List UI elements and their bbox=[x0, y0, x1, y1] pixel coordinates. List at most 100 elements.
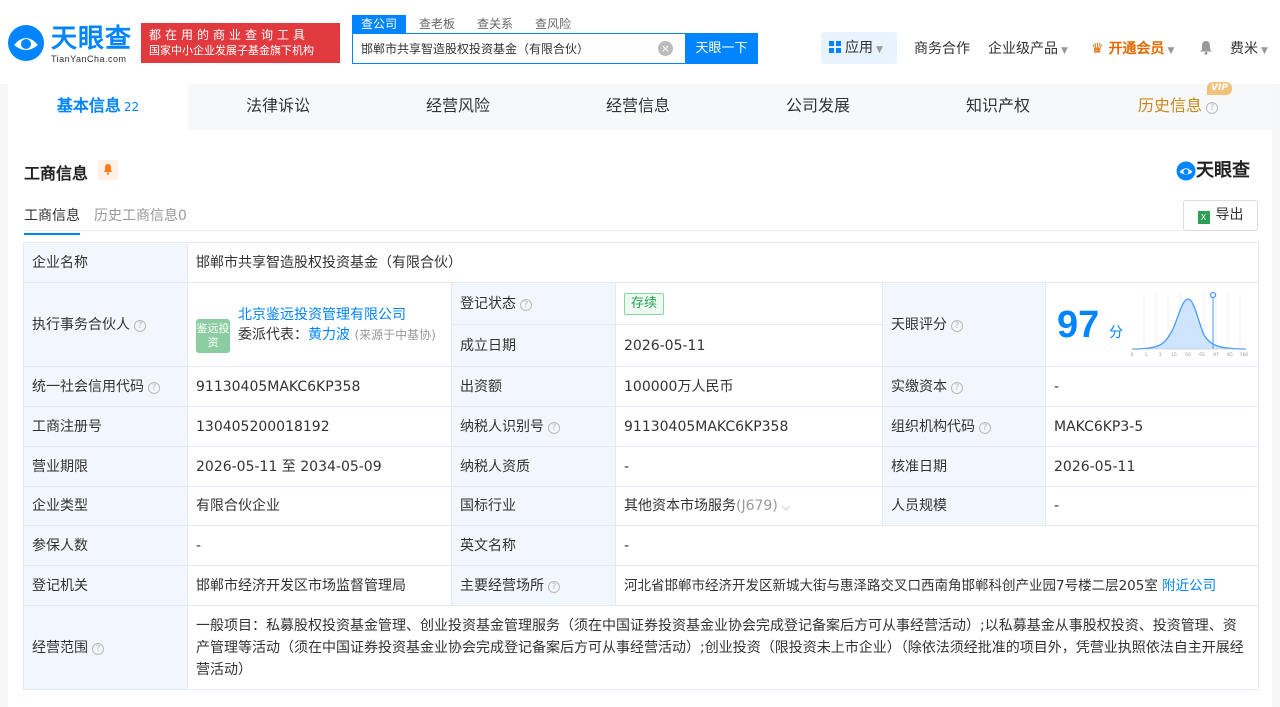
tab-label: 知识产权 bbox=[965, 96, 1030, 115]
score-label: 天眼评分 bbox=[891, 316, 947, 333]
taxpayer-qual-label: 纳税人资质 bbox=[451, 446, 616, 487]
nearby-companies-link[interactable]: 附近公司 bbox=[1162, 578, 1216, 594]
partner-name-link[interactable]: 北京鉴远投资管理有限公司 bbox=[238, 305, 443, 325]
search-tab-risk[interactable]: 查风险 bbox=[526, 15, 580, 33]
partner-logo[interactable]: 鉴远投资 bbox=[196, 318, 230, 353]
brand-watermark: 天眼查 bbox=[1176, 160, 1258, 182]
score-distribution-chart: 0 1 3 15 50 65 97 85 100 bbox=[1131, 291, 1248, 358]
help-icon[interactable]: ? bbox=[548, 580, 560, 593]
export-label: 导出 bbox=[1215, 207, 1244, 223]
approve-date-label: 核准日期 bbox=[882, 446, 1046, 487]
paid-capital-value: - bbox=[1044, 366, 1260, 407]
help-icon[interactable]: ? bbox=[134, 319, 146, 332]
tianyancha-eye-icon bbox=[8, 25, 44, 61]
business-cooperation-link[interactable]: 商务合作 bbox=[914, 38, 970, 58]
partner-block: 鉴远投资 北京鉴远投资管理有限公司 委派代表：黄力波 (来源于中基协) bbox=[196, 305, 443, 353]
help-icon[interactable]: ? bbox=[951, 381, 963, 394]
search-tab-relation[interactable]: 查关系 bbox=[468, 15, 522, 33]
industry-cell[interactable]: 其他资本市场服务(J679) ⌵ bbox=[615, 486, 883, 526]
tianyancha-eye-icon bbox=[1176, 161, 1196, 181]
insured-label: 参保人数 bbox=[23, 525, 188, 566]
company-name-label: 企业名称 bbox=[23, 242, 188, 283]
help-icon[interactable]: ? bbox=[92, 642, 104, 655]
scope-label: 经营范围 bbox=[32, 639, 88, 656]
enterprise-products-menu[interactable]: 企业级产品 ▼ bbox=[988, 38, 1068, 58]
score-tick-label: 100 bbox=[1240, 352, 1248, 358]
chevron-down-icon: ⌵ bbox=[781, 499, 791, 513]
tab-legal[interactable]: 法律诉讼 bbox=[188, 84, 368, 130]
help-icon[interactable]: ? bbox=[951, 319, 963, 332]
slogan-banner: 都在用的商业查询工具 国家中小企业发展子基金旗下机构 bbox=[141, 23, 340, 63]
score-tick-label: 50 bbox=[1185, 352, 1191, 358]
capital-value: 100000万人民币 bbox=[615, 366, 883, 407]
score-label-cell: 天眼评分? bbox=[882, 282, 1046, 367]
reg-no-value: 130405200018192 bbox=[187, 406, 452, 447]
tab-history[interactable]: 历史信息? VIP bbox=[1088, 82, 1268, 130]
score-tick-labels: 0 1 3 15 50 65 97 85 100 bbox=[1131, 352, 1248, 358]
tianyancha-logo[interactable]: 天眼查 TianYanCha.com bbox=[7, 24, 135, 64]
company-name-value: 邯郸市共享智造股权投资基金（有限合伙） bbox=[186, 242, 1260, 283]
help-icon[interactable]: ? bbox=[548, 421, 560, 434]
notification-bell-icon[interactable] bbox=[1199, 40, 1213, 55]
delegate-name-link[interactable]: 黄力波 bbox=[308, 327, 350, 343]
search-button[interactable]: 天眼一下 bbox=[685, 33, 758, 64]
table-row: 企业名称 邯郸市共享智造股权投资基金（有限合伙） bbox=[23, 242, 1260, 283]
en-name-label: 英文名称 bbox=[451, 525, 616, 566]
score-cell[interactable]: 97 分 0 1 3 15 50 65 97 85 100 bbox=[1044, 282, 1260, 367]
type-value: 有限合伙企业 bbox=[187, 486, 452, 526]
found-date-label: 成立日期 bbox=[451, 324, 616, 367]
score-unit: 分 bbox=[1109, 324, 1123, 341]
tab-development[interactable]: 公司发展 bbox=[728, 84, 908, 130]
insured-value: - bbox=[187, 525, 452, 566]
search-tab-boss[interactable]: 查老板 bbox=[410, 15, 464, 33]
org-code-label: 组织机构代码 bbox=[891, 418, 975, 435]
divider bbox=[24, 230, 1258, 231]
search-input[interactable] bbox=[361, 34, 651, 63]
taxpayer-qual-value: - bbox=[615, 446, 883, 487]
table-row: 参保人数 - 英文名称 - bbox=[23, 525, 1260, 566]
company-detail-card: 基本信息 22 法律诉讼 经营风险 经营信息 公司发展 知识产权 历史信息? VI… bbox=[8, 82, 1272, 707]
help-icon[interactable]: ? bbox=[520, 298, 532, 311]
score-tick-label: 1 bbox=[1145, 352, 1148, 358]
reg-status-cell: 存续 bbox=[615, 282, 883, 325]
industry-label: 国标行业 bbox=[451, 486, 616, 526]
score-tick-label: 65 bbox=[1199, 352, 1205, 358]
excel-icon: X bbox=[1197, 211, 1210, 224]
help-icon[interactable]: ? bbox=[979, 421, 991, 434]
crown-icon: ♛ bbox=[1091, 41, 1104, 57]
capital-label: 出资额 bbox=[451, 366, 616, 407]
tab-operating-risk[interactable]: 经营风险 bbox=[368, 84, 548, 130]
user-menu[interactable]: 费米 ▼ bbox=[1230, 38, 1268, 58]
partner-label-cell: 执行事务合伙人? bbox=[23, 282, 188, 367]
term-label: 营业期限 bbox=[23, 446, 188, 487]
apps-menu-button[interactable]: 应用 ▼ bbox=[821, 32, 897, 64]
tab-count: 22 bbox=[123, 100, 140, 114]
detail-tabs: 基本信息 22 法律诉讼 经营风险 经营信息 公司发展 知识产权 历史信息? VI… bbox=[8, 82, 1272, 130]
industry-value: 其他资本市场服务 bbox=[624, 497, 736, 514]
address-value: 河北省邯郸市经济开发区新城大街与惠泽路交叉口西南角邯郸科创产业园7号楼二层205… bbox=[624, 577, 1158, 594]
tab-basic-info[interactable]: 基本信息 22 bbox=[8, 84, 188, 130]
clear-icon[interactable]: × bbox=[658, 41, 673, 56]
help-icon[interactable]: ? bbox=[148, 381, 160, 394]
table-row: 统一社会信用代码? 91130405MAKC6KP358 出资额 100000万… bbox=[23, 366, 1260, 407]
search-tab-company[interactable]: 查公司 bbox=[352, 15, 407, 33]
vip-label: 开通会员 bbox=[1108, 41, 1165, 57]
top-header: 天眼查 TianYanCha.com 都在用的商业查询工具 国家中小企业发展子基… bbox=[0, 0, 1280, 84]
tab-label: 法律诉讼 bbox=[245, 96, 310, 115]
tab-operating-info[interactable]: 经营信息 bbox=[548, 84, 728, 130]
credit-code-value: 91130405MAKC6KP358 bbox=[187, 366, 452, 407]
export-button[interactable]: X 导出 bbox=[1183, 200, 1258, 231]
industry-code: (J679) bbox=[736, 497, 778, 514]
scope-value: 一般项目：私募股权投资基金管理、创业投资基金管理服务（须在中国证券投资基金业协会… bbox=[186, 605, 1260, 690]
subscribe-bell-icon[interactable] bbox=[98, 160, 118, 180]
section-title: 工商信息 bbox=[24, 164, 89, 183]
logo-text: 天眼查 bbox=[51, 24, 133, 54]
approve-date-value: 2026-05-11 bbox=[1044, 446, 1260, 487]
tab-ip[interactable]: 知识产权 bbox=[908, 84, 1088, 130]
vip-membership-menu[interactable]: ♛ 开通会员 ▼ bbox=[1091, 38, 1174, 58]
address-label-cell: 主要经营场所? bbox=[451, 565, 616, 606]
search-box: × bbox=[352, 33, 686, 64]
table-row: 经营范围? 一般项目：私募股权投资基金管理、创业投资基金管理服务（须在中国证券投… bbox=[23, 605, 1260, 690]
authority-value: 邯郸市经济开发区市场监督管理局 bbox=[187, 565, 452, 606]
partner-cell: 鉴远投资 北京鉴远投资管理有限公司 委派代表：黄力波 (来源于中基协) bbox=[187, 282, 452, 367]
